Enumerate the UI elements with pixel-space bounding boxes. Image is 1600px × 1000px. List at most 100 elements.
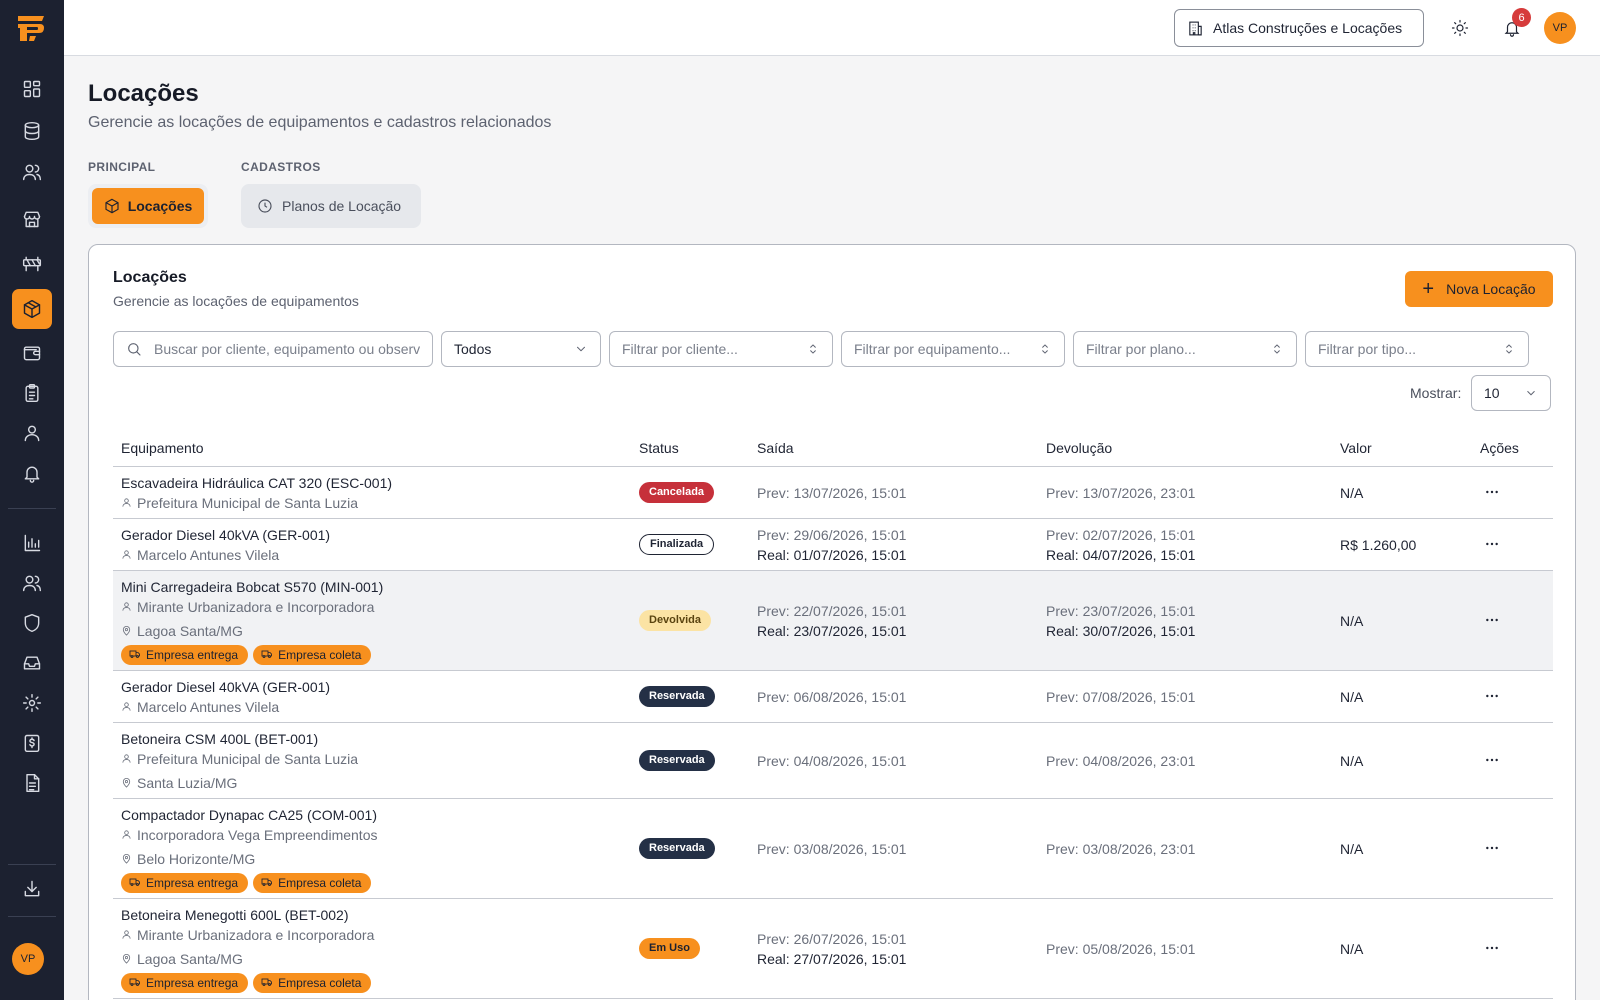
column-header-equipamento[interactable]: Equipamento <box>121 440 204 456</box>
receipt-icon[interactable] <box>12 726 52 760</box>
return-planned: Prev: 07/08/2026, 15:01 <box>1046 689 1196 705</box>
bell-icon[interactable] <box>12 456 52 490</box>
download-icon[interactable] <box>12 872 52 906</box>
departure-actual: Real: 27/07/2026, 15:01 <box>757 951 907 967</box>
more-horizontal-icon <box>1484 484 1500 503</box>
theme-toggle-button[interactable] <box>1448 16 1472 40</box>
departure-actual: Real: 23/07/2026, 15:01 <box>757 623 907 639</box>
truck-icon <box>261 976 273 991</box>
service-tag-label: Empresa coleta <box>278 648 362 662</box>
row-actions-button[interactable] <box>1480 481 1504 505</box>
status-cell: Cancelada <box>639 482 715 503</box>
gear-icon[interactable] <box>12 686 52 720</box>
truck-icon <box>129 976 141 991</box>
box-icon[interactable] <box>12 289 52 329</box>
search-input[interactable] <box>154 341 420 357</box>
tab-label: Planos de Locação <box>282 198 402 214</box>
row-actions-button[interactable] <box>1480 533 1504 557</box>
company-selector-button[interactable]: Atlas Construções e Locações <box>1174 9 1424 47</box>
status-badge: Finalizada <box>639 534 715 555</box>
plan-filter-combobox[interactable]: Filtrar por plano... <box>1073 331 1297 367</box>
avatar[interactable]: VP <box>12 943 44 975</box>
users-group-icon[interactable] <box>12 566 52 600</box>
value-cell: N/A <box>1340 689 1364 705</box>
chevrons-up-down-icon <box>810 344 816 354</box>
page-size-label: Mostrar: <box>1410 385 1462 401</box>
client-line: Incorporadora Vega Empreendimentos <box>121 825 621 845</box>
status-badge: Reservada <box>639 838 715 859</box>
departure-planned: Prev: 26/07/2026, 15:01 <box>757 931 907 947</box>
dashboard-icon[interactable] <box>12 72 52 106</box>
tab-locacoes[interactable]: Locações <box>88 184 208 228</box>
sun-icon <box>1451 19 1469 37</box>
row-actions-button[interactable] <box>1480 685 1504 709</box>
page-title: Locações <box>88 80 199 107</box>
column-header-devolucao[interactable]: Devolução <box>1046 440 1112 456</box>
equipment-filter-combobox[interactable]: Filtrar por equipamento... <box>841 331 1065 367</box>
inbox-icon[interactable] <box>12 646 52 680</box>
map-pin-icon <box>121 621 132 641</box>
location-line: Lagoa Santa/MG <box>121 621 621 641</box>
column-header-valor[interactable]: Valor <box>1340 440 1372 456</box>
more-horizontal-icon <box>1484 752 1500 771</box>
departure-cell: Prev: 22/07/2026, 15:01 Real: 23/07/2026,… <box>757 601 906 641</box>
service-tag: Empresa entrega <box>121 873 249 893</box>
user-icon[interactable] <box>12 416 52 450</box>
more-horizontal-icon <box>1484 840 1500 859</box>
departure-cell: Prev: 04/08/2026, 15:01 <box>757 751 906 771</box>
table-row[interactable]: Mini Carregadeira Bobcat S570 (MIN-001) M… <box>113 571 1553 671</box>
tab-label: Locações <box>127 198 193 214</box>
service-tag-label: Empresa entrega <box>146 976 239 990</box>
users-icon[interactable] <box>12 155 52 189</box>
row-actions-button[interactable] <box>1480 609 1504 633</box>
row-actions-button[interactable] <box>1480 749 1504 773</box>
search-field[interactable] <box>113 331 433 367</box>
service-tag: Empresa coleta <box>253 873 372 893</box>
clipboard-icon[interactable] <box>12 376 52 410</box>
client-filter-combobox[interactable]: Filtrar por cliente... <box>609 331 833 367</box>
page-size-select[interactable]: 10 <box>1471 375 1551 411</box>
client-name: Mirante Urbanizadora e Incorporadora <box>137 599 375 615</box>
table-row[interactable]: Betoneira CSM 400L (BET-001) Prefeitura M… <box>113 723 1553 799</box>
store-icon[interactable] <box>12 202 52 236</box>
shield-icon[interactable] <box>12 606 52 640</box>
location-name: Lagoa Santa/MG <box>137 623 243 639</box>
equipment-name: Mini Carregadeira Bobcat S570 (MIN-001) <box>121 579 384 595</box>
column-header-status[interactable]: Status <box>639 440 679 456</box>
departure-cell: Prev: 29/06/2026, 15:01 Real: 01/07/2026,… <box>757 525 906 565</box>
table-row[interactable]: Gerador Diesel 40kVA (GER-001) Marcelo An… <box>113 519 1553 571</box>
location-name: Lagoa Santa/MG <box>137 951 243 967</box>
person-icon <box>121 493 132 513</box>
bar-chart-icon[interactable] <box>12 526 52 560</box>
document-icon[interactable] <box>12 766 52 800</box>
equipment-name: Escavadeira Hidráulica CAT 320 (ESC-001) <box>121 475 393 491</box>
service-tag: Empresa entrega <box>121 645 249 665</box>
more-horizontal-icon <box>1484 536 1500 555</box>
new-rental-button[interactable]: + Nova Locação <box>1405 271 1553 307</box>
return-cell: Prev: 07/08/2026, 15:01 <box>1046 687 1195 707</box>
avatar[interactable]: VP <box>1544 12 1576 44</box>
card-title: Locações <box>113 269 187 286</box>
type-filter-combobox[interactable]: Filtrar por tipo... <box>1305 331 1529 367</box>
client-line: Mirante Urbanizadora e Incorporadora <box>121 925 621 945</box>
column-header-saida[interactable]: Saída <box>757 440 794 456</box>
table-row[interactable]: Compactador Dynapac CA25 (COM-001) Incorp… <box>113 799 1553 899</box>
value-cell: N/A <box>1340 941 1364 957</box>
wallet-icon[interactable] <box>12 336 52 370</box>
map-pin-icon <box>121 849 132 869</box>
tab-planos-de-locacao[interactable]: Planos de Locação <box>241 184 421 228</box>
table-row[interactable]: Escavadeira Hidráulica CAT 320 (ESC-001)… <box>113 467 1553 519</box>
status-select[interactable]: Todos <box>441 331 601 367</box>
equipment-name: Gerador Diesel 40kVA (GER-001) <box>121 679 331 695</box>
departure-cell: Prev: 03/08/2026, 15:01 <box>757 839 906 859</box>
client-name: Prefeitura Municipal de Santa Luzia <box>137 751 359 767</box>
table-row[interactable]: Gerador Diesel 40kVA (GER-001) Marcelo An… <box>113 671 1553 723</box>
departure-planned: Prev: 13/07/2026, 15:01 <box>757 485 907 501</box>
database-icon[interactable] <box>12 114 52 148</box>
table-row[interactable]: Betoneira Menegotti 600L (BET-002) Mirant… <box>113 899 1553 999</box>
barrier-icon[interactable] <box>12 247 52 281</box>
row-actions-button[interactable] <box>1480 837 1504 861</box>
row-actions-button[interactable] <box>1480 937 1504 961</box>
more-horizontal-icon <box>1484 612 1500 631</box>
chevrons-up-down-icon <box>1274 344 1280 354</box>
